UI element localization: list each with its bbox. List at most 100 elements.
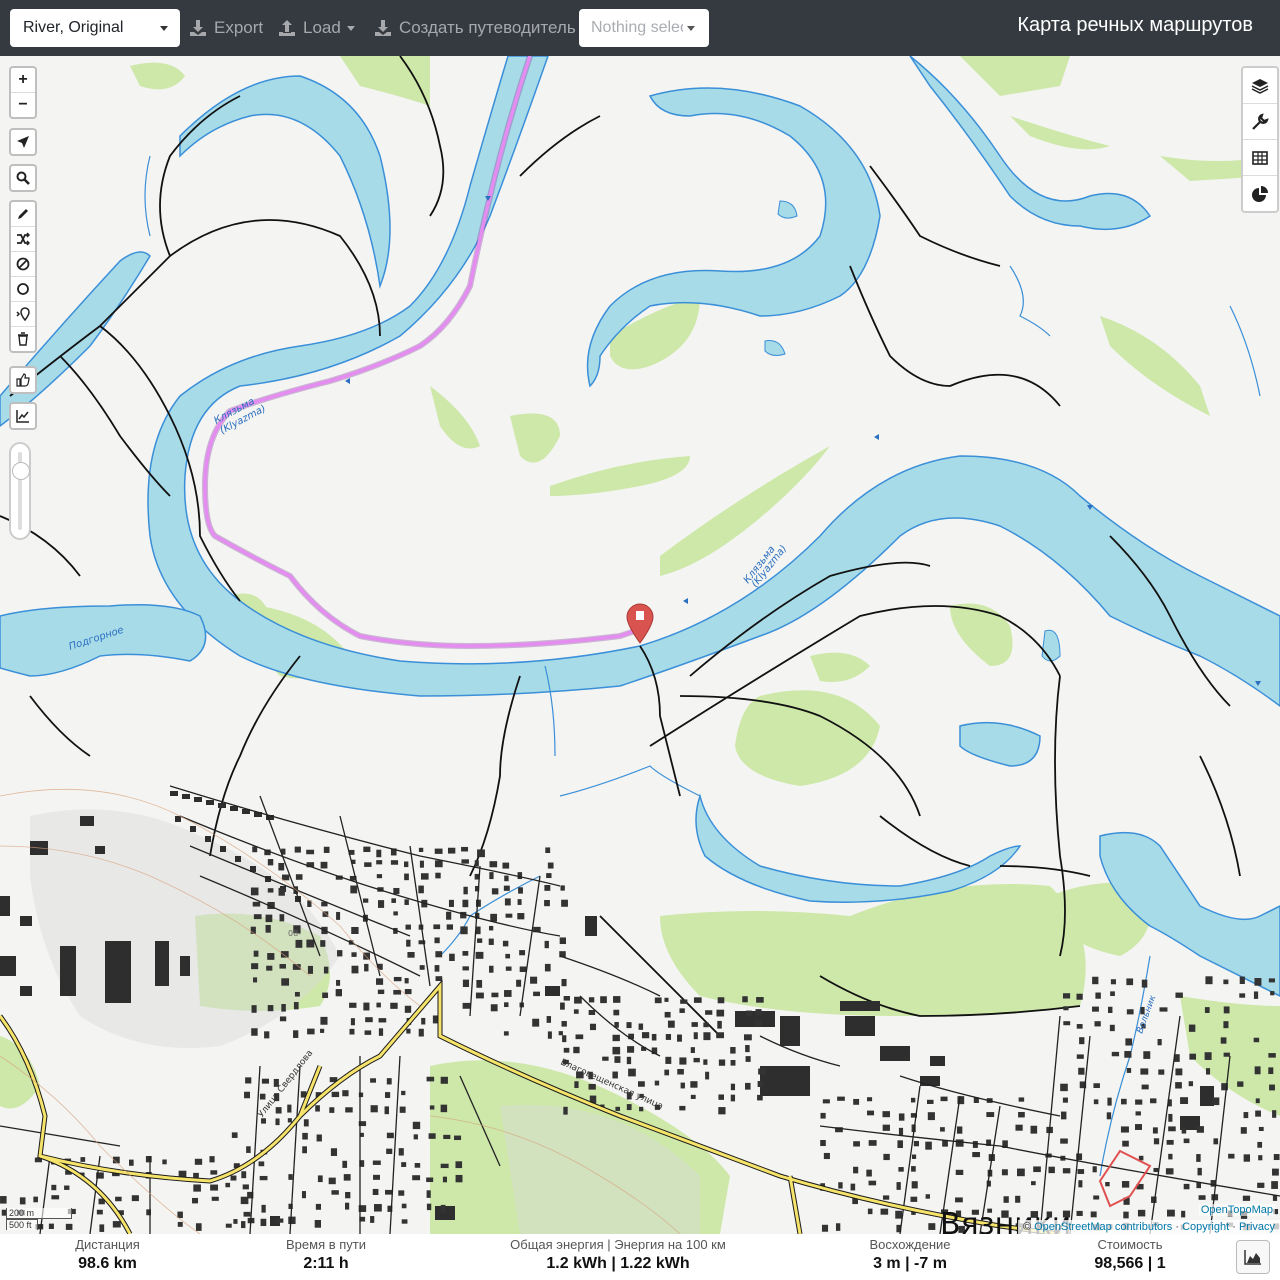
house <box>460 926 468 935</box>
house <box>573 1009 579 1014</box>
draw-route-button[interactable] <box>11 202 35 227</box>
house <box>315 1203 322 1210</box>
house <box>612 1046 621 1055</box>
house <box>853 1098 860 1105</box>
scale-imperial: 500 ft <box>6 1219 38 1230</box>
profile-select[interactable]: River, Original <box>10 9 180 47</box>
house <box>362 898 369 903</box>
create-guide-button[interactable]: Создать путеводитель <box>373 14 576 42</box>
house <box>690 1081 698 1088</box>
house <box>294 846 301 853</box>
zoom-in-button[interactable]: + <box>11 68 35 93</box>
house <box>418 885 424 894</box>
elevation-chart-button[interactable] <box>11 404 35 428</box>
house <box>293 1030 299 1038</box>
house <box>51 1184 57 1191</box>
house <box>462 966 469 971</box>
house <box>820 1112 826 1119</box>
house <box>378 1018 387 1023</box>
statistics-button[interactable] <box>1243 176 1277 211</box>
house <box>404 899 409 905</box>
layers-button[interactable] <box>1243 68 1277 104</box>
house <box>559 937 566 945</box>
house <box>489 965 494 973</box>
delete-route-button[interactable] <box>11 327 35 351</box>
house <box>1175 1068 1183 1076</box>
house <box>679 1105 686 1111</box>
search-button[interactable] <box>11 166 35 190</box>
settings-button[interactable] <box>1243 104 1277 140</box>
house <box>129 1159 134 1166</box>
elevation-profile-button[interactable] <box>1236 1240 1270 1274</box>
house <box>211 1196 219 1201</box>
house <box>955 1169 964 1176</box>
house <box>628 1068 636 1077</box>
house <box>1158 1069 1165 1075</box>
osm-link[interactable]: OpenStreetMap contributors <box>1034 1221 1172 1233</box>
house <box>693 997 702 1003</box>
house <box>1141 1084 1149 1090</box>
house <box>1167 1209 1175 1217</box>
thumbs-up-button[interactable] <box>11 368 35 392</box>
house <box>821 1224 829 1232</box>
load-button[interactable]: Load <box>277 14 355 42</box>
house <box>131 1195 139 1202</box>
poi-button[interactable] <box>11 302 35 327</box>
house <box>419 860 424 868</box>
table-icon <box>1252 150 1268 165</box>
house <box>398 1190 405 1196</box>
track-selector[interactable]: Nothing selected <box>579 9 709 47</box>
locate-button[interactable] <box>11 130 35 154</box>
house <box>1196 1126 1204 1133</box>
house <box>96 1209 103 1215</box>
export-button[interactable]: Export <box>188 14 263 42</box>
house <box>376 849 382 858</box>
map-canvas[interactable]: Клязьма (Klyazma) Клязьма (Klyazma) Подг… <box>0 56 1280 1234</box>
load-label: Load <box>303 18 341 37</box>
house <box>477 938 483 943</box>
house <box>1197 1167 1202 1176</box>
house <box>679 1008 685 1013</box>
house <box>1157 1039 1162 1046</box>
house <box>306 849 315 855</box>
house <box>401 1090 406 1096</box>
house <box>275 1118 280 1126</box>
house <box>600 996 607 1004</box>
house <box>64 1185 70 1190</box>
privacy-link[interactable]: Privacy <box>1239 1221 1275 1233</box>
house <box>1180 1097 1189 1105</box>
tile-provider-link[interactable]: OpenTopoMap <box>1198 1204 1275 1216</box>
house <box>307 1028 315 1035</box>
house <box>1090 1211 1097 1218</box>
slider-handle[interactable] <box>12 462 30 480</box>
house <box>717 997 725 1004</box>
house <box>413 1134 418 1140</box>
house <box>99 1224 105 1232</box>
house <box>293 1002 299 1010</box>
app-title: Карта речных маршрутов <box>1017 14 1253 36</box>
house <box>911 1181 918 1189</box>
no-go-area-button[interactable] <box>11 252 35 277</box>
zoom-out-button[interactable]: − <box>11 93 35 117</box>
house <box>406 1028 411 1034</box>
reverse-route-button[interactable] <box>11 227 35 252</box>
circle-tool-button[interactable] <box>11 277 35 302</box>
opacity-slider[interactable] <box>9 442 31 540</box>
search-control <box>9 164 37 192</box>
house <box>664 997 669 1002</box>
house <box>331 1091 340 1098</box>
house <box>703 1059 708 1065</box>
house <box>462 899 469 908</box>
copyright-link[interactable]: Copyright <box>1182 1221 1229 1233</box>
house <box>1120 1126 1129 1133</box>
house <box>560 1002 565 1010</box>
house <box>927 1112 935 1121</box>
house <box>615 1106 621 1111</box>
house <box>1092 1166 1097 1173</box>
house <box>562 1035 567 1043</box>
house <box>1110 991 1115 996</box>
map-view[interactable]: Клязьма (Klyazma) Клязьма (Klyazma) Подг… <box>0 56 1280 1234</box>
house <box>882 1124 890 1131</box>
house <box>244 1091 251 1099</box>
table-button[interactable] <box>1243 140 1277 176</box>
